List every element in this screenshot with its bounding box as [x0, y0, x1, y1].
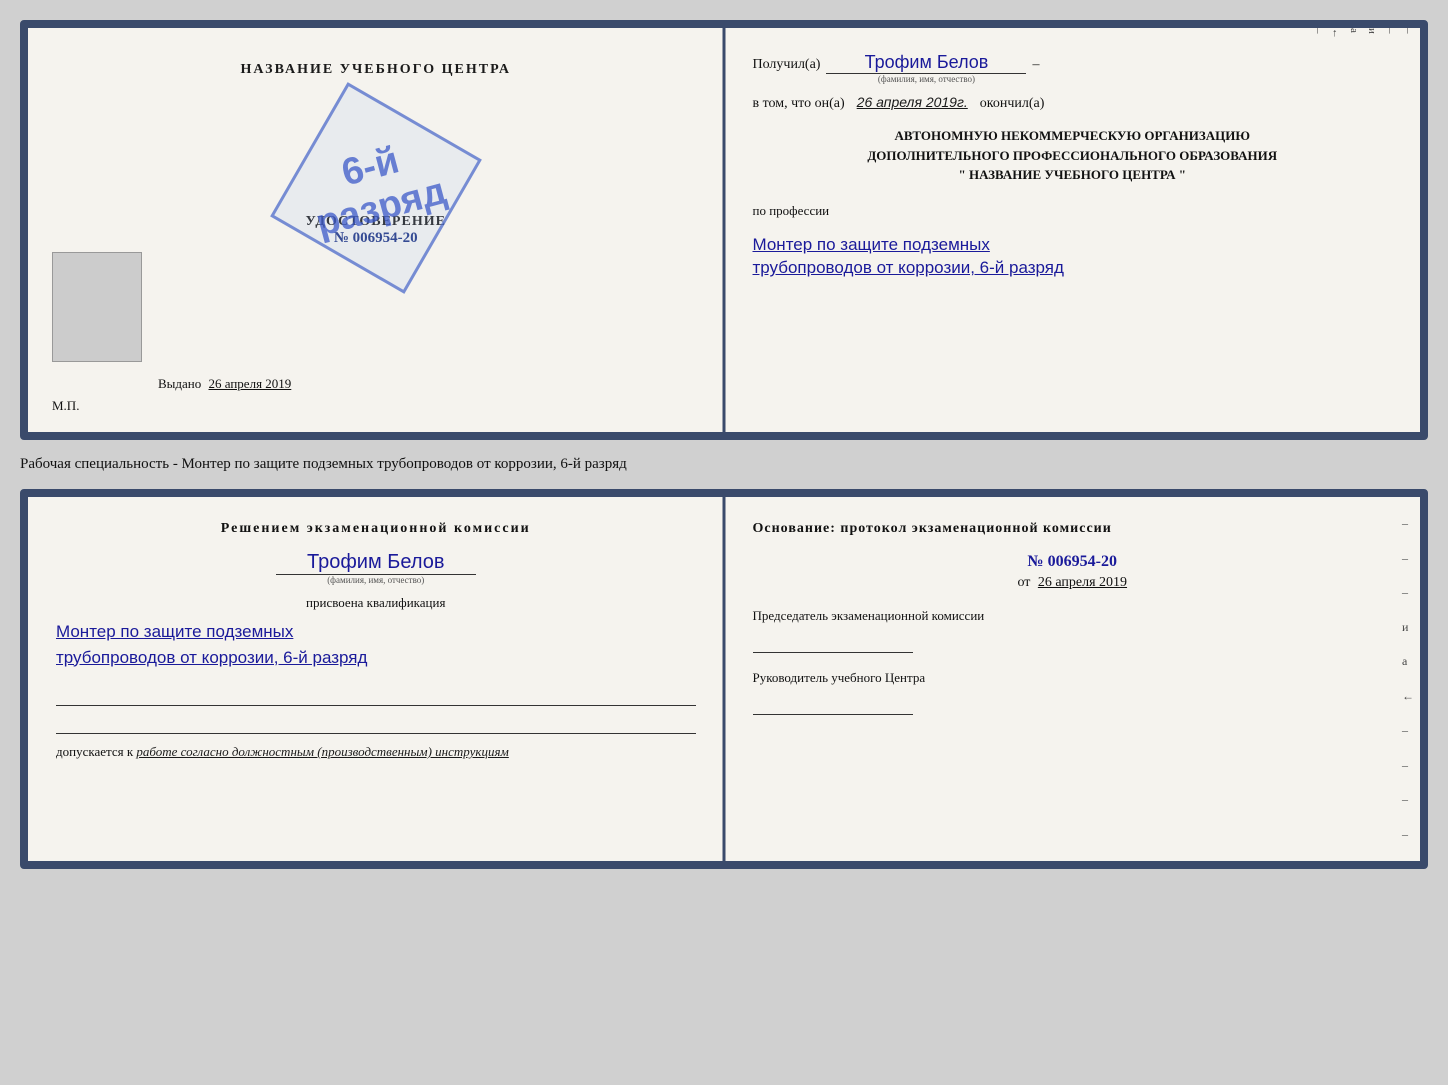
- b-side-5: –: [1402, 758, 1414, 773]
- protocol-number: № 006954-20: [753, 553, 1393, 571]
- top-cert-right: Получил(а) Трофим Белов (фамилия, имя, о…: [725, 28, 1421, 432]
- po-professii-label: по профессии: [753, 203, 1393, 219]
- b-side-3: –: [1402, 585, 1414, 600]
- poluchil-line: Получил(а) Трофим Белов (фамилия, имя, о…: [753, 52, 1393, 84]
- vydano-line: Выдано 26 апреля 2019: [158, 376, 291, 392]
- blank-lines: [56, 686, 696, 734]
- blank-line-2: [56, 714, 696, 734]
- mp-line: М.П.: [52, 398, 79, 414]
- bottom-cert-left: Решением экзаменационной комиссии Трофим…: [28, 497, 725, 861]
- vtom-label: в том, что он(а): [753, 96, 845, 112]
- number-prefix: №: [334, 230, 349, 246]
- qualification-text: Монтер по защите подземных трубопроводов…: [56, 619, 696, 670]
- vtom-date: 26 апреля 2019г.: [857, 94, 968, 110]
- name-subtext-top: (фамилия, имя, отчество): [878, 74, 975, 84]
- poluchil-label: Получил(а): [753, 57, 821, 73]
- rukovoditel-block: Руководитель учебного Центра: [753, 669, 1393, 715]
- side-dash-3: –: [1312, 28, 1324, 432]
- dash-after-name: –: [1032, 57, 1039, 73]
- top-left-title: НАЗВАНИЕ УЧЕБНОГО ЦЕНТРА: [241, 62, 511, 78]
- udostoverenie-number: № 006954-20: [306, 230, 446, 247]
- poluchil-name: Трофим Белов: [826, 52, 1026, 74]
- middle-text: Рабочая специальность - Монтер по защите…: [20, 452, 1428, 477]
- org-line3: " НАЗВАНИЕ УЧЕБНОГО ЦЕНТРА ": [753, 165, 1393, 185]
- page-wrapper: НАЗВАНИЕ УЧЕБНОГО ЦЕНТРА 6-й разряд УДОС…: [20, 20, 1428, 869]
- b-side-7: –: [1402, 827, 1414, 842]
- side-dash-2: –: [1384, 28, 1396, 432]
- side-a: а: [1348, 28, 1360, 432]
- proto-prefix: №: [1028, 553, 1044, 570]
- side-dash-1: –: [1402, 28, 1414, 432]
- qual-line2: трубопроводов от коррозии, 6-й разряд: [56, 648, 367, 667]
- side-i: и: [1366, 28, 1378, 432]
- b-side-a: а: [1402, 654, 1414, 669]
- b-side-1: –: [1402, 516, 1414, 531]
- bottom-name-handwritten: Трофим Белов: [276, 551, 476, 575]
- bottom-cert-right: Основание: протокол экзаменационной коми…: [725, 497, 1421, 861]
- blank-line-1: [56, 686, 696, 706]
- side-lines-top: – – и а ← –: [1312, 28, 1414, 432]
- stamp-line1: 6-й: [337, 139, 403, 194]
- dopuskaetsya-block: допускается к работе согласно должностны…: [56, 744, 696, 760]
- udostoverenie-label: УДОСТОВЕРЕНИЕ: [306, 214, 446, 230]
- predsedatel-signature-line: [753, 629, 913, 653]
- org-line1: АВТОНОМНУЮ НЕКОММЕРЧЕСКУЮ ОРГАНИЗАЦИЮ: [753, 126, 1393, 146]
- profession-line2: трубопроводов от коррозии, 6-й разряд: [753, 258, 1064, 277]
- osnovanie-title: Основание: протокол экзаменационной коми…: [753, 521, 1393, 537]
- bottom-name-subtext: (фамилия, имя, отчество): [56, 575, 696, 585]
- ot-prefix: от: [1017, 575, 1030, 590]
- predsedatel-label: Председатель экзаменационной комиссии: [753, 607, 1393, 625]
- stamp-diamond-inner: [270, 82, 482, 294]
- ot-date-value: 26 апреля 2019: [1038, 575, 1127, 590]
- vtom-line: в том, что он(а) 26 апреля 2019г. окончи…: [753, 94, 1393, 112]
- ot-date-line: от 26 апреля 2019: [753, 575, 1393, 591]
- photo-placeholder: [52, 252, 142, 362]
- prisvoyena-label: присвоена квалификация: [56, 595, 696, 611]
- org-block: АВТОНОМНУЮ НЕКОММЕРЧЕСКУЮ ОРГАНИЗАЦИЮ ДО…: [753, 126, 1393, 185]
- udostoverenie-block: УДОСТОВЕРЕНИЕ № 006954-20: [306, 214, 446, 247]
- b-side-6: –: [1402, 792, 1414, 807]
- rukovoditel-label: Руководитель учебного Центра: [753, 669, 1393, 687]
- bottom-certificate: Решением экзаменационной комиссии Трофим…: [20, 489, 1428, 869]
- profession-text: Монтер по защите подземных трубопроводов…: [753, 233, 1393, 281]
- top-cert-left: НАЗВАНИЕ УЧЕБНОГО ЦЕНТРА 6-й разряд УДОС…: [28, 28, 725, 432]
- vydano-label: Выдано: [158, 376, 201, 391]
- proto-number: 006954-20: [1048, 553, 1117, 570]
- profession-line1: Монтер по защите подземных: [753, 235, 990, 254]
- dopusk-italic: работе согласно должностным (производств…: [136, 744, 508, 759]
- b-side-2: –: [1402, 551, 1414, 566]
- number-value: 006954-20: [353, 230, 418, 246]
- rukovoditel-signature-line: [753, 691, 913, 715]
- top-certificate: НАЗВАНИЕ УЧЕБНОГО ЦЕНТРА 6-й разряд УДОС…: [20, 20, 1428, 440]
- b-side-i: и: [1402, 620, 1414, 635]
- stamp-overlay: 6-й разряд: [241, 53, 510, 322]
- side-lines-bottom: – – – и а ← – – – –: [1402, 497, 1414, 861]
- vydano-date: 26 апреля 2019: [209, 376, 292, 391]
- b-side-4: –: [1402, 723, 1414, 738]
- dopusk-prefix: допускается к: [56, 744, 133, 759]
- qual-line1: Монтер по защите подземных: [56, 622, 293, 641]
- resheniem-title: Решением экзаменационной комиссии: [56, 521, 696, 537]
- predsedatel-block: Председатель экзаменационной комиссии: [753, 607, 1393, 653]
- b-side-arrow: ←: [1402, 689, 1414, 704]
- org-line2: ДОПОЛНИТЕЛЬНОГО ПРОФЕССИОНАЛЬНОГО ОБРАЗО…: [753, 146, 1393, 166]
- bottom-name-block: Трофим Белов (фамилия, имя, отчество): [56, 551, 696, 585]
- side-arrow: ←: [1330, 28, 1342, 432]
- okonchil-label: окончил(а): [980, 96, 1045, 112]
- stamp-diamond: 6-й разряд: [241, 53, 510, 322]
